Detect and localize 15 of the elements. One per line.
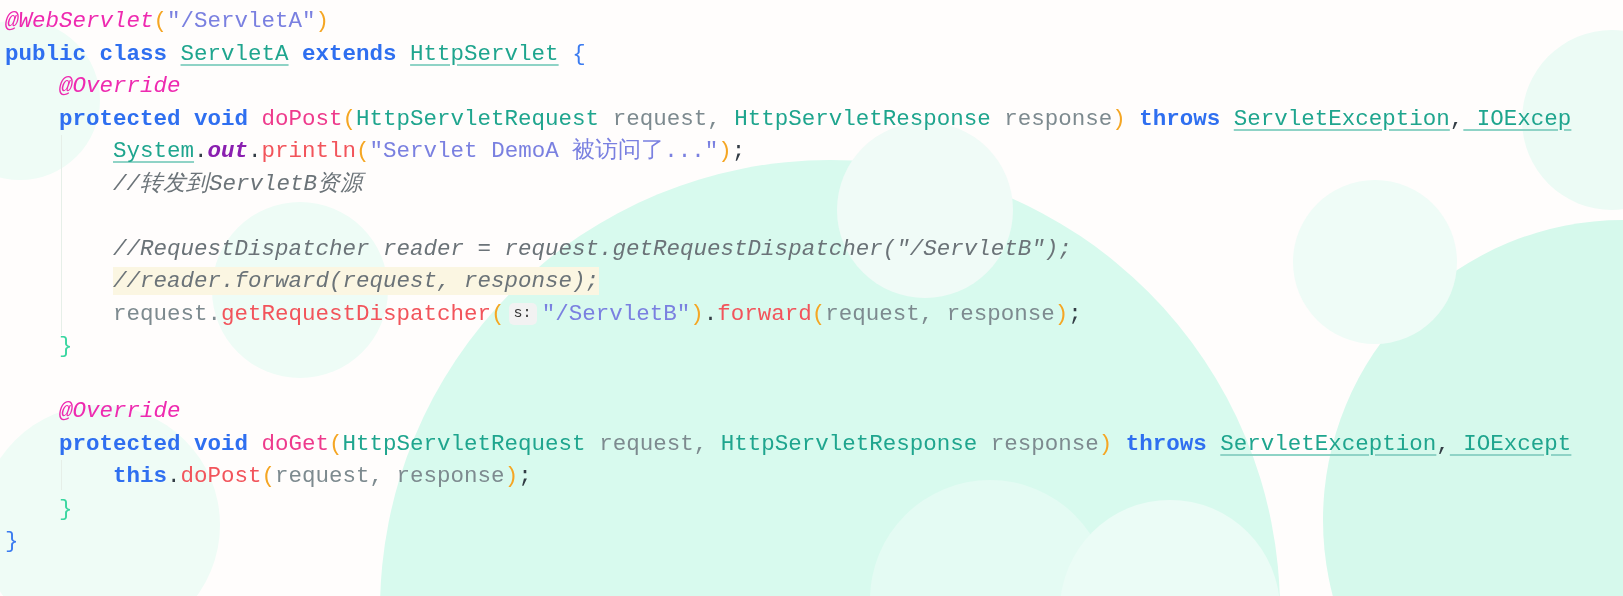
code-line: } <box>59 494 73 523</box>
code-line: protected void doPost(HttpServletRequest request, HttpServletResponse response) throws ServletException, IOExcep <box>59 104 1572 133</box>
code-line: } <box>5 527 19 556</box>
code-line: @Override <box>59 72 181 101</box>
code-line: } <box>59 332 73 361</box>
code-line: "/ServletB").forward(request, response); <box>541 299 1082 328</box>
code-line: //转发到ServletB资源 <box>113 169 364 198</box>
code-line: @Override <box>59 397 181 426</box>
code-line: System.out.println("Servlet DemoA 被访问了..."); <box>113 137 746 166</box>
code-line: this.doPost(request, response); <box>113 462 532 491</box>
code-line: @WebServlet("/ServletA") <box>5 7 330 36</box>
code-line: request.getRequestDispatcher( <box>113 299 505 328</box>
code-line: //RequestDispatcher reader = request.getRequestDispatcher("/ServletB"); <box>113 234 1072 263</box>
code-line: public class ServletA extends HttpServlet { <box>5 39 586 68</box>
code-line: protected void doGet(HttpServletRequest request, HttpServletResponse response) throws ServletException, IOExcept <box>59 429 1572 458</box>
